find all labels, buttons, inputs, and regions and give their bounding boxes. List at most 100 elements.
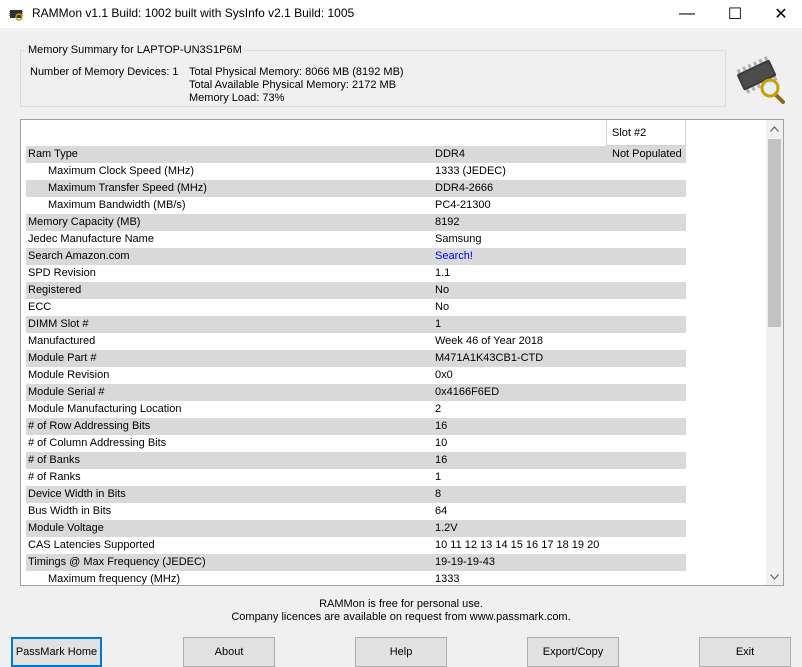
table-row[interactable]: DIMM Slot # 1 bbox=[26, 316, 686, 333]
slot2-column-header[interactable]: Slot #2 bbox=[606, 120, 686, 146]
total-physical-memory: Total Physical Memory: 8066 MB (8192 MB) bbox=[189, 66, 404, 78]
table-row[interactable]: Search Amazon.com Search! bbox=[26, 248, 686, 265]
close-button[interactable]: ✕ bbox=[758, 0, 802, 28]
row-label: Maximum Bandwidth (MB/s) bbox=[48, 199, 186, 211]
table-row[interactable]: Module Part # M471A1K43CB1-CTD bbox=[26, 350, 686, 367]
minimize-button[interactable]: — bbox=[664, 0, 710, 28]
table-row[interactable]: Ram Type DDR4 Not Populated bbox=[26, 146, 686, 163]
table-row[interactable]: Bus Width in Bits 64 bbox=[26, 503, 686, 520]
row-value: No bbox=[435, 301, 450, 313]
table-row[interactable]: Registered No bbox=[26, 282, 686, 299]
row-value: 8192 bbox=[435, 216, 460, 228]
exit-button[interactable]: Exit bbox=[699, 637, 791, 667]
row-value: 1333 (JEDEC) bbox=[435, 165, 506, 177]
maximize-icon: ☐ bbox=[727, 6, 743, 23]
table-row[interactable]: CAS Latencies Supported 10 11 12 13 14 15… bbox=[26, 537, 686, 554]
row-label: ECC bbox=[28, 301, 52, 313]
row-label: Registered bbox=[28, 284, 82, 296]
row-label: Maximum Clock Speed (MHz) bbox=[48, 165, 195, 177]
row-value: 1333 bbox=[435, 573, 460, 585]
help-button[interactable]: Help bbox=[355, 637, 447, 667]
row-label: Search Amazon.com bbox=[28, 250, 130, 262]
memory-load: Memory Load: 73% bbox=[189, 92, 285, 104]
passmark-home-button[interactable]: PassMark Home bbox=[11, 637, 102, 667]
maximize-button[interactable]: ☐ bbox=[712, 0, 758, 28]
minimize-icon: — bbox=[679, 5, 695, 22]
row-label: Bus Width in Bits bbox=[28, 505, 112, 517]
amazon-search-link[interactable]: Search! bbox=[435, 250, 473, 262]
table-row[interactable]: ECC No bbox=[26, 299, 686, 316]
export-copy-button[interactable]: Export/Copy bbox=[527, 637, 619, 667]
row-value: 64 bbox=[435, 505, 448, 517]
row-label: Manufactured bbox=[28, 335, 96, 347]
row-value: Week 46 of Year 2018 bbox=[435, 335, 544, 347]
table-row[interactable]: Maximum Clock Speed (MHz) 1333 (JEDEC) bbox=[26, 163, 686, 180]
grid-body: Slot #2 Ram Type DDR4 Not Populated Maximum… bbox=[21, 120, 766, 585]
memory-info-grid[interactable]: Slot #2 Ram Type DDR4 Not Populated Maximum… bbox=[20, 119, 784, 586]
table-row[interactable]: Module Serial # 0x4166F6ED bbox=[26, 384, 686, 401]
row-label: Jedec Manufacture Name bbox=[28, 233, 154, 245]
row-label: Ram Type bbox=[28, 148, 78, 160]
scrollbar-thumb[interactable] bbox=[768, 139, 781, 327]
row-label: SPD Revision bbox=[28, 267, 96, 279]
grid-rows: Ram Type DDR4 Not Populated Maximum Clock S… bbox=[26, 146, 686, 585]
memory-summary-legend: Memory Summary for LAPTOP-UN3S1P6M bbox=[26, 44, 244, 56]
title-bar: RAMMon v1.1 Build: 1002 built with SysIn… bbox=[0, 0, 802, 28]
row-value: 1.2V bbox=[435, 522, 458, 534]
row-value: 16 bbox=[435, 420, 448, 432]
table-row[interactable]: Maximum Bandwidth (MB/s) PC4-21300 bbox=[26, 197, 686, 214]
row-value: 8 bbox=[435, 488, 442, 500]
scroll-up-arrow[interactable] bbox=[766, 120, 783, 137]
chevron-up-icon bbox=[770, 125, 779, 132]
row-value: 16 bbox=[435, 454, 448, 466]
row-value: 1 bbox=[435, 471, 442, 483]
row-label: # of Banks bbox=[28, 454, 80, 466]
chevron-down-icon bbox=[770, 573, 779, 580]
row-value: 1 bbox=[435, 318, 442, 330]
table-row[interactable]: # of Row Addressing Bits 16 bbox=[26, 418, 686, 435]
row-label: DIMM Slot # bbox=[28, 318, 89, 330]
window-title: RAMMon v1.1 Build: 1002 built with SysIn… bbox=[32, 6, 355, 20]
scroll-down-arrow[interactable] bbox=[766, 568, 783, 585]
row-value: 10 bbox=[435, 437, 448, 449]
row-value: 19-19-19-43 bbox=[435, 556, 495, 568]
row-value: DDR4 bbox=[435, 148, 465, 160]
free-use-notice: RAMMon is free for personal use. bbox=[319, 598, 483, 610]
row-value: 0x0 bbox=[435, 369, 453, 381]
row-label: # of Ranks bbox=[28, 471, 81, 483]
row-label: Timings @ Max Frequency (JEDEC) bbox=[28, 556, 206, 568]
row-value: M471A1K43CB1-CTD bbox=[435, 352, 544, 364]
row-value: DDR4-2666 bbox=[435, 182, 494, 194]
row-label: Module Voltage bbox=[28, 522, 104, 534]
table-row[interactable]: Timings @ Max Frequency (JEDEC) 19-19-19-… bbox=[26, 554, 686, 571]
table-row[interactable]: Maximum Transfer Speed (MHz) DDR4-2666 bbox=[26, 180, 686, 197]
memory-device-count: Number of Memory Devices: 1 bbox=[30, 66, 179, 78]
table-row[interactable]: # of Banks 16 bbox=[26, 452, 686, 469]
table-row[interactable]: # of Ranks 1 bbox=[26, 469, 686, 486]
row-label: # of Column Addressing Bits bbox=[28, 437, 167, 449]
licence-notice: Company licences are available on reques… bbox=[231, 611, 571, 623]
row-label: Maximum Transfer Speed (MHz) bbox=[48, 182, 207, 194]
row-label: # of Row Addressing Bits bbox=[28, 420, 151, 432]
row-value: 1.1 bbox=[435, 267, 451, 279]
row-label: Memory Capacity (MB) bbox=[28, 216, 141, 228]
row-label: Module Revision bbox=[28, 369, 110, 381]
table-row[interactable]: Module Revision 0x0 bbox=[26, 367, 686, 384]
table-row[interactable]: Jedec Manufacture Name Samsung bbox=[26, 231, 686, 248]
table-row[interactable]: Memory Capacity (MB) 8192 bbox=[26, 214, 686, 231]
table-row[interactable]: Manufactured Week 46 of Year 2018 bbox=[26, 333, 686, 350]
table-row[interactable]: Module Manufacturing Location 2 bbox=[26, 401, 686, 418]
row-label: Module Manufacturing Location bbox=[28, 403, 182, 415]
row-label: Module Serial # bbox=[28, 386, 105, 398]
table-row[interactable]: SPD Revision 1.1 bbox=[26, 265, 686, 282]
table-row[interactable]: Module Voltage 1.2V bbox=[26, 520, 686, 537]
about-button[interactable]: About bbox=[183, 637, 275, 667]
slot2-header-label: Slot #2 bbox=[612, 127, 647, 139]
row-slot2-value: Not Populated bbox=[612, 148, 682, 160]
table-row[interactable]: Maximum frequency (MHz) 1333 bbox=[26, 571, 686, 585]
table-row[interactable]: Device Width in Bits 8 bbox=[26, 486, 686, 503]
vertical-scrollbar[interactable] bbox=[766, 120, 783, 585]
row-value: PC4-21300 bbox=[435, 199, 491, 211]
table-row[interactable]: # of Column Addressing Bits 10 bbox=[26, 435, 686, 452]
row-value: 2 bbox=[435, 403, 442, 415]
